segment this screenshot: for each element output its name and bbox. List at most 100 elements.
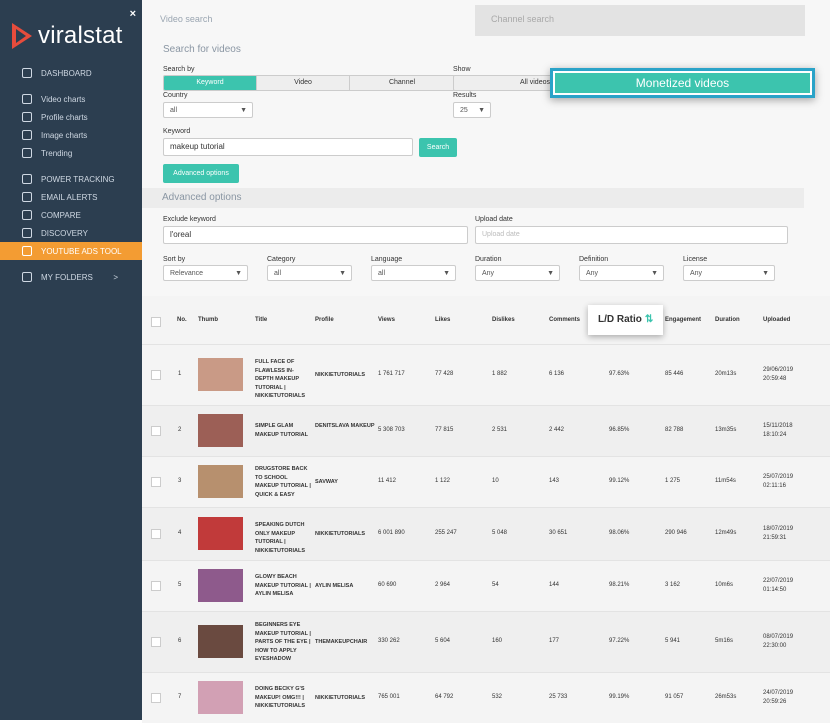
upload-date-input[interactable]: Upload date (475, 226, 788, 244)
header-uploaded[interactable]: Uploaded (763, 317, 790, 323)
channel-profile[interactable]: THEMAKEUPCHAIR (315, 638, 367, 647)
header-ld-ratio[interactable]: L/D Ratio ⇅ (588, 305, 663, 335)
sidebar-item-discovery[interactable]: DISCOVERY (0, 224, 142, 242)
engagement-value: 290 946 (665, 530, 687, 536)
search-by-keyword[interactable]: Keyword (164, 76, 257, 90)
advanced-options-button[interactable]: Advanced options (163, 164, 239, 183)
video-thumbnail[interactable] (198, 681, 243, 714)
video-thumbnail[interactable] (198, 625, 243, 658)
table-row[interactable]: 2 SIMPLE GLAM MAKEUP TUTORIAL DENITSLAVA M… (142, 405, 830, 456)
video-thumbnail[interactable] (198, 358, 243, 391)
license-select[interactable]: Any ▼ (683, 265, 775, 281)
search-button[interactable]: Search (419, 138, 457, 157)
uploaded-time: 22:30:00 (763, 643, 787, 649)
sidebar-item-power-tracking[interactable]: POWER TRACKING (0, 170, 142, 188)
show-all-videos[interactable]: All videos (454, 76, 554, 90)
duration-select[interactable]: Any ▼ (475, 265, 560, 281)
dislikes-value: 5 048 (492, 530, 508, 536)
likes-value: 77 428 (435, 371, 454, 377)
sidebar-item-image-charts[interactable]: Image charts (0, 126, 142, 144)
select-all-checkbox[interactable] (151, 317, 161, 327)
keyword-input[interactable]: makeup tutorial (163, 138, 413, 156)
sort-icon: ⇅ (644, 314, 654, 325)
video-thumbnail[interactable] (198, 517, 243, 550)
comments-value: 6 136 (549, 371, 565, 377)
close-icon[interactable]: × (130, 8, 136, 20)
sidebar-item-dashboard[interactable]: DASHBOARD (0, 64, 142, 82)
header-views[interactable]: Views (378, 317, 395, 323)
row-checkbox[interactable] (151, 477, 161, 487)
row-checkbox[interactable] (151, 426, 161, 436)
table-row[interactable]: 1 FULL FACE OF FLAWLESS IN-DEPTH MAKEUP T… (142, 344, 830, 405)
row-checkbox[interactable] (151, 581, 161, 591)
views-value: 6 001 890 (378, 530, 405, 536)
monetized-videos-label: Monetized videos (555, 73, 810, 93)
search-by-video[interactable]: Video (257, 76, 350, 90)
channel-profile[interactable]: DENITSLAVA MAKEUP (315, 422, 374, 431)
header-dislikes[interactable]: Dislikes (492, 317, 515, 323)
video-title[interactable]: GLOWY BEACH MAKEUP TUTORIAL | AYLIN MELI… (255, 573, 311, 599)
video-title[interactable]: FULL FACE OF FLAWLESS IN-DEPTH MAKEUP TU… (255, 358, 311, 401)
header-likes[interactable]: Likes (435, 317, 450, 323)
header-no[interactable]: No. (177, 317, 187, 323)
table-row[interactable]: 3 DRUGSTORE BACK TO SCHOOL MAKEUP TUTORIA… (142, 456, 830, 507)
sidebar-item-video-charts[interactable]: Video charts (0, 90, 142, 108)
sidebar-item-profile-charts[interactable]: Profile charts (0, 108, 142, 126)
definition-select[interactable]: Any ▼ (579, 265, 664, 281)
table-row[interactable]: 5 GLOWY BEACH MAKEUP TUTORIAL | AYLIN MEL… (142, 560, 830, 611)
header-duration[interactable]: Duration (715, 317, 740, 323)
results-select[interactable]: 25 ▼ (453, 102, 491, 118)
header-title[interactable]: Title (255, 317, 267, 323)
channel-profile[interactable]: NIKKIETUTORIALS (315, 530, 365, 539)
video-chart-icon (22, 94, 32, 104)
language-select[interactable]: all ▼ (371, 265, 456, 281)
exclude-keyword-label: Exclude keyword (163, 216, 216, 223)
header-engagement[interactable]: Engagement (665, 317, 701, 323)
row-checkbox[interactable] (151, 529, 161, 539)
table-row[interactable]: 4 SPEAKING DUTCH ONLY MAKEUP TUTORIAL | N… (142, 507, 830, 560)
duration-value: Any (482, 270, 495, 277)
row-number: 6 (178, 638, 182, 644)
tab-channel-search[interactable]: Channel search (475, 5, 805, 36)
video-title[interactable]: DOING BECKY G'S MAKEUP! OMG!!! | NIKKIET… (255, 685, 311, 711)
video-thumbnail[interactable] (198, 569, 243, 602)
duration-label: Duration (475, 256, 502, 263)
table-row[interactable]: 6 BEGINNERS EYE MAKEUP TUTORIAL | PARTS O… (142, 611, 830, 672)
table-row[interactable]: 7 DOING BECKY G'S MAKEUP! OMG!!! | NIKKIE… (142, 672, 830, 723)
dislikes-value: 532 (492, 694, 503, 700)
video-title[interactable]: DRUGSTORE BACK TO SCHOOL MAKEUP TUTORIAL… (255, 465, 311, 499)
country-select[interactable]: all ▼ (163, 102, 253, 118)
ld-ratio-value: 96.85% (609, 427, 630, 433)
row-checkbox[interactable] (151, 693, 161, 703)
sidebar-item-label: Trending (41, 148, 73, 158)
channel-profile[interactable]: NIKKIETUTORIALS (315, 371, 365, 380)
sidebar-item-youtube-ads-tool[interactable]: YOUTUBE ADS TOOL (0, 242, 142, 260)
exclude-keyword-input[interactable]: l'oreal (163, 226, 468, 244)
video-title[interactable]: SPEAKING DUTCH ONLY MAKEUP TUTORIAL | NI… (255, 521, 311, 555)
channel-profile[interactable]: AYLIN MELISA (315, 582, 353, 591)
likes-value: 2 964 (435, 582, 451, 588)
header-comments[interactable]: Comments (549, 317, 580, 323)
logo[interactable]: viralstat (10, 18, 123, 54)
channel-profile[interactable]: NIKKIETUTORIALS (315, 694, 365, 703)
category-select[interactable]: all ▼ (267, 265, 352, 281)
logo-text: viralstat (38, 22, 123, 49)
video-thumbnail[interactable] (198, 414, 243, 447)
header-profile[interactable]: Profile (315, 317, 334, 323)
row-checkbox[interactable] (151, 370, 161, 380)
sidebar-item-trending[interactable]: Trending (0, 144, 142, 162)
channel-profile[interactable]: SAVWAY (315, 478, 338, 487)
row-checkbox[interactable] (151, 637, 161, 647)
search-by-channel[interactable]: Channel (350, 76, 454, 90)
video-title[interactable]: SIMPLE GLAM MAKEUP TUTORIAL (255, 422, 311, 439)
sort-by-select[interactable]: Relevance ▼ (163, 265, 248, 281)
video-title[interactable]: BEGINNERS EYE MAKEUP TUTORIAL | PARTS OF… (255, 621, 311, 664)
sidebar-item-compare[interactable]: COMPARE (0, 206, 142, 224)
sidebar-item-email-alerts[interactable]: EMAIL ALERTS (0, 188, 142, 206)
monetized-videos-button[interactable]: Monetized videos (550, 68, 815, 98)
engagement-value: 82 788 (665, 427, 684, 433)
sidebar-item-my-folders[interactable]: MY FOLDERS > (0, 268, 142, 286)
chevron-down-icon: ▼ (478, 107, 485, 114)
tab-video-search[interactable]: Video search (160, 14, 212, 24)
video-thumbnail[interactable] (198, 465, 243, 498)
